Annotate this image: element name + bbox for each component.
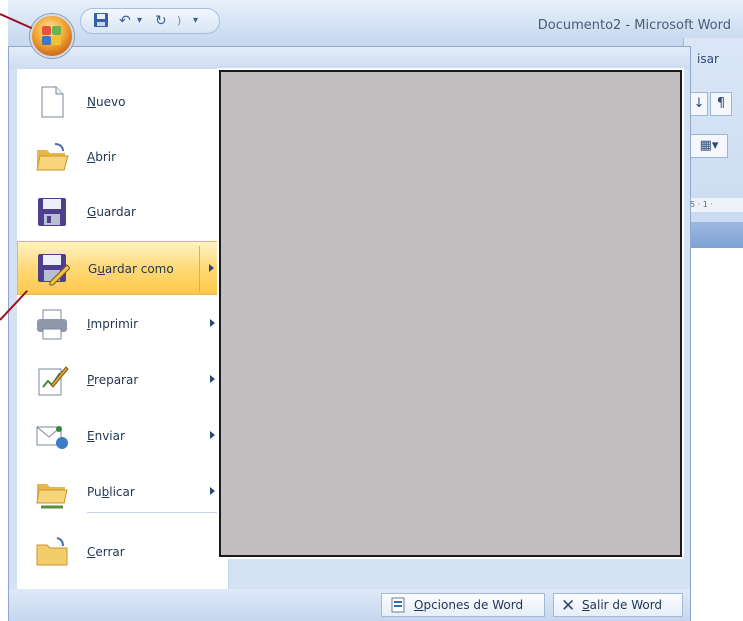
office-menu: Nuevo Abrir Guardar Guardar como Imprimi…: [8, 46, 691, 621]
redo-icon[interactable]: ↻: [155, 12, 167, 30]
pilcrow-icon[interactable]: ¶: [710, 92, 732, 116]
word-options-button[interactable]: Opciones de Word: [381, 593, 545, 617]
ruler: 5 · 1 ·: [686, 198, 743, 212]
menu-item-abrir[interactable]: Abrir: [17, 130, 229, 184]
options-icon: [390, 597, 406, 620]
save-as-icon: [36, 252, 71, 286]
open-folder-icon: [35, 140, 69, 174]
button-label: Opciones de Word: [414, 598, 524, 612]
undo-icon[interactable]: ↶: [119, 12, 131, 30]
menu-item-label: Enviar: [87, 429, 125, 443]
menu-item-label: Preparar: [87, 373, 139, 387]
menu-item-imprimir[interactable]: Imprimir: [17, 297, 229, 351]
menu-item-label: Guardar como: [88, 262, 174, 276]
sort-icon[interactable]: ↓: [690, 92, 708, 116]
ribbon-tab-partial[interactable]: isar: [697, 52, 719, 66]
customize-icon[interactable]: ▾: [193, 12, 198, 30]
send-icon: [35, 419, 69, 453]
menu-item-cerrar[interactable]: Cerrar: [17, 525, 229, 579]
menu-item-label: Cerrar: [87, 545, 125, 559]
submenu-arrow-icon: [210, 319, 215, 327]
borders-icon[interactable]: ▦▾: [690, 134, 728, 158]
submenu-arrow-icon: [210, 431, 215, 439]
new-document-icon: [35, 85, 69, 119]
button-label: Salir de Word: [582, 598, 663, 612]
save-icon[interactable]: [93, 12, 109, 30]
document-area[interactable]: [683, 248, 743, 621]
menu-item-guardar[interactable]: Guardar: [17, 185, 229, 239]
separator: ): [177, 14, 182, 27]
command-list: Nuevo Abrir Guardar Guardar como Imprimi…: [17, 69, 229, 594]
save-icon: [35, 195, 69, 229]
exit-word-button[interactable]: ✕ Salir de Word: [553, 593, 683, 617]
exit-icon: ✕: [561, 596, 576, 616]
title-bar: ↶ ▾ ↻ ) ▾ Documento2 - Microsoft Word: [8, 0, 743, 52]
submenu-arrow-icon: [210, 487, 215, 495]
printer-icon: [35, 307, 69, 341]
menu-item-preparar[interactable]: Preparar: [17, 353, 229, 407]
menu-item-label: Publicar: [87, 485, 135, 499]
office-logo-icon: [42, 26, 62, 46]
close-folder-icon: [35, 535, 69, 569]
prepare-icon: [35, 363, 69, 397]
menu-item-publicar[interactable]: Publicar: [17, 465, 229, 519]
menu-footer: Opciones de Word ✕ Salir de Word: [9, 589, 690, 621]
quick-access-toolbar: ↶ ▾ ↻ ) ▾: [80, 8, 220, 34]
submenu-arrow-icon: [210, 375, 215, 383]
menu-item-nuevo[interactable]: Nuevo: [17, 75, 229, 129]
menu-item-enviar[interactable]: Enviar: [17, 409, 229, 463]
split-divider: [199, 246, 200, 292]
submenu-arrow-icon[interactable]: [209, 264, 214, 272]
menu-item-guardar-como[interactable]: Guardar como: [17, 241, 229, 295]
undo-dropdown-icon[interactable]: ▾: [137, 12, 142, 30]
office-button[interactable]: [30, 14, 74, 58]
menu-item-label: Guardar: [87, 205, 136, 219]
menu-item-label: Nuevo: [87, 95, 126, 109]
submenu-preview-panel: [219, 70, 682, 557]
menu-item-label: Abrir: [87, 150, 117, 164]
menu-separator: [87, 512, 225, 513]
menu-top-strip: [9, 47, 690, 69]
ribbon-band: [683, 222, 743, 248]
window-title: Documento2 - Microsoft Word: [537, 18, 731, 33]
menu-item-label: Imprimir: [87, 317, 139, 331]
publish-icon: [35, 475, 69, 509]
